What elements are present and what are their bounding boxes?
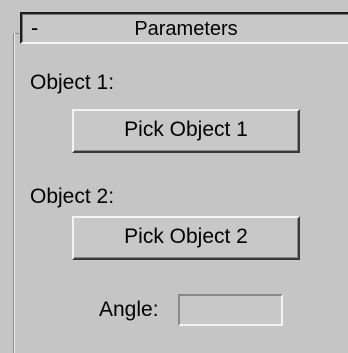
object1-label: Object 1: [30, 71, 115, 94]
angle-input[interactable] [178, 294, 283, 326]
angle-label: Angle: [99, 298, 159, 321]
pick-object-1-button[interactable]: Pick Object 1 [72, 109, 300, 153]
object2-label: Object 2: [30, 185, 115, 208]
rollout-title: Parameters [134, 18, 238, 40]
rollout-title-bar[interactable]: - Parameters [20, 12, 348, 44]
pick-object-2-button[interactable]: Pick Object 2 [72, 216, 300, 260]
rollout-frame-left [13, 33, 14, 353]
